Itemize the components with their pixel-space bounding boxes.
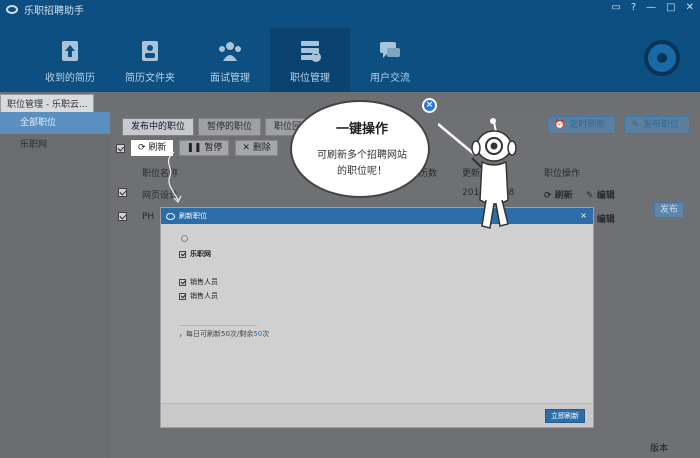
top-bar: 乐职招聘助手 ▭ ? — □ ✕ 收到的简历 简历文件夹 面试管理 职位管理 用…: [0, 0, 700, 92]
nav-interview-management[interactable]: 面试管理: [190, 28, 270, 92]
alarm-clock-icon: ⏰: [554, 120, 566, 130]
dialog-footer: 立即刷新: [161, 403, 593, 427]
dialog-header: 刷新职位 ×: [161, 208, 593, 224]
app-logo-icon: [166, 212, 175, 220]
refresh-jobs-dialog: 刷新职位 × 乐职网 销售人员 销售人员 ，每日可刷新50次/剩余50次 立即刷…: [160, 207, 594, 428]
position-checkbox[interactable]: [179, 292, 186, 300]
edit-icon: ✎: [631, 120, 639, 130]
refresh-icon: ⟳: [544, 191, 555, 201]
refresh-quota-text: ，每日可刷新50次/剩余50次: [179, 330, 270, 338]
sidebar-item-lezhi[interactable]: 乐职网: [0, 134, 110, 156]
skin-button[interactable]: ▭: [611, 2, 620, 13]
nav-job-management[interactable]: 职位管理: [270, 28, 350, 92]
refresh-now-button[interactable]: 立即刷新: [545, 409, 585, 423]
server-list-icon: [301, 41, 321, 62]
tooltip-text-line2: 的职位呢！: [337, 166, 387, 177]
divider: [179, 325, 257, 326]
contact-folder-icon: [142, 41, 158, 61]
window-controls: ▭ ? — □ ✕: [611, 2, 694, 13]
version-label: 版本: [649, 444, 668, 454]
row-checkbox[interactable]: [118, 188, 127, 197]
publish-job-button[interactable]: ✎ 发布职位: [624, 116, 690, 134]
sidebar: 全部职位 乐职网: [0, 112, 110, 458]
site-row[interactable]: 乐职网: [179, 248, 211, 260]
app-logo-icon: [6, 4, 18, 14]
position-row[interactable]: 销售人员: [179, 276, 218, 288]
close-window-button[interactable]: ✕: [686, 2, 694, 13]
pointer-arrow-icon: [167, 151, 182, 204]
dialog-close-button[interactable]: ×: [580, 211, 587, 220]
select-all-checkbox[interactable]: [116, 143, 125, 153]
timed-refresh-button[interactable]: ⏰ 定时刷新: [547, 116, 617, 134]
dialog-title: 刷新职位: [179, 212, 207, 220]
maximize-button[interactable]: □: [666, 2, 675, 13]
edit-icon: ✎: [586, 191, 597, 201]
row-edit-link[interactable]: ✎ 编辑: [586, 188, 615, 201]
tooltip-text-line1: 可刷新多个招聘网站: [317, 150, 407, 161]
chat-bubbles-icon: [380, 42, 400, 58]
tab-publishing[interactable]: 发布中的职位: [122, 118, 195, 136]
brand-badge-icon: [644, 40, 680, 76]
guide-tooltip-bubble: 一键操作 可刷新多个招聘网站 的职位呢！: [290, 100, 430, 198]
app-title: 乐职招聘助手: [24, 5, 84, 17]
title-bar: 乐职招聘助手 ▭ ? — □ ✕: [0, 0, 700, 18]
position-checkbox[interactable]: [179, 278, 186, 286]
sidebar-item-all-jobs[interactable]: 全部职位: [0, 112, 110, 134]
row-refresh-link[interactable]: ⟳ 刷新: [544, 188, 573, 201]
nav-received-resumes[interactable]: 收到的简历: [30, 28, 110, 92]
release-button[interactable]: 发布: [654, 202, 684, 218]
tooltip-title: 一键操作: [335, 122, 388, 137]
upload-document-icon: [62, 41, 78, 61]
job-name[interactable]: PH: [142, 212, 154, 222]
row-checkbox[interactable]: [118, 212, 127, 221]
site-name: 乐职网: [190, 250, 211, 258]
nav-user-exchange[interactable]: 用户交流: [350, 28, 430, 92]
delete-button[interactable]: ✕ 删除: [235, 140, 278, 156]
right-actions: ⏰ 定时刷新 ✎ 发布职位: [547, 116, 690, 134]
refresh-icon: ⟳: [138, 143, 146, 153]
tooltip-close-button[interactable]: ×: [422, 98, 437, 113]
position-name: 销售人员: [190, 292, 218, 300]
col-job-actions: 职位操作: [544, 169, 581, 179]
help-button[interactable]: ?: [631, 2, 636, 13]
tab-paused[interactable]: 暂停的职位: [198, 118, 262, 136]
main-nav: 收到的简历 简历文件夹 面试管理 职位管理 用户交流: [30, 28, 430, 92]
minimize-button[interactable]: —: [646, 2, 656, 13]
delete-icon: ✕: [242, 143, 250, 153]
mascot-icon: [438, 118, 517, 229]
position-row[interactable]: 销售人员: [179, 290, 218, 302]
position-name: 销售人员: [190, 278, 218, 286]
site-checkbox[interactable]: [179, 250, 186, 258]
group-users-icon: [219, 42, 241, 61]
loading-spinner-icon: [181, 235, 188, 242]
nav-resume-folder[interactable]: 简历文件夹: [110, 28, 190, 92]
doc-tab-job-management[interactable]: 职位管理 - 乐职云...: [0, 94, 94, 112]
